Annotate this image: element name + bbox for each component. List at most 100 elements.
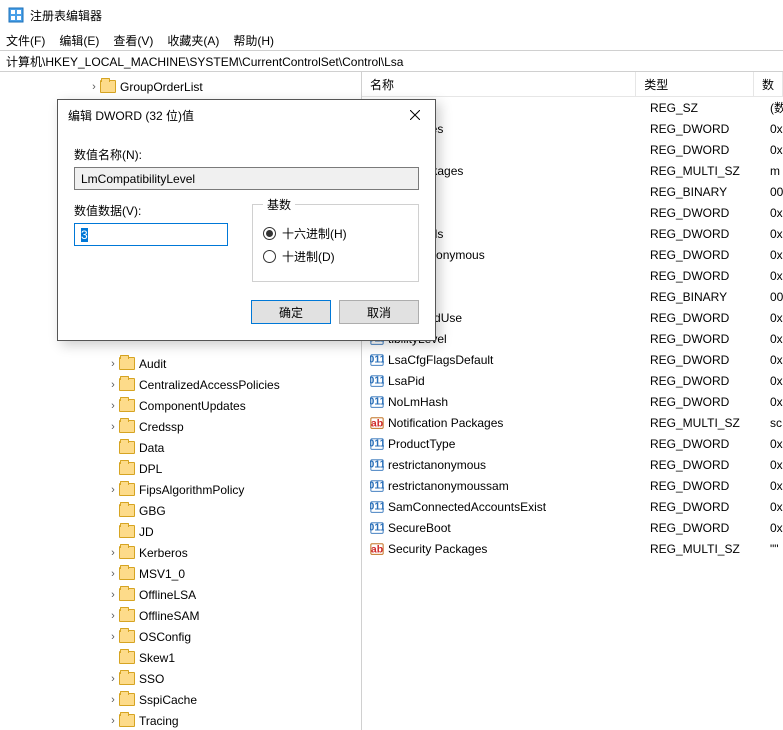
tree-node[interactable]: GBG: [0, 500, 361, 521]
menu-view[interactable]: 查看(V): [113, 32, 153, 49]
radio-icon: [263, 250, 276, 263]
folder-icon: [119, 399, 135, 412]
expander-icon[interactable]: ›: [107, 694, 119, 706]
expander-icon[interactable]: ›: [107, 673, 119, 685]
cancel-button[interactable]: 取消: [339, 300, 419, 324]
expander-icon[interactable]: ›: [107, 547, 119, 559]
expander-icon[interactable]: ›: [107, 421, 119, 433]
list-row[interactable]: 011LsaPidREG_DWORD0x: [362, 370, 783, 391]
svg-text:ab: ab: [371, 417, 383, 429]
tree-node[interactable]: › GroupOrderList: [0, 76, 361, 97]
value-type: REG_DWORD: [650, 374, 729, 388]
address-path: 计算机\HKEY_LOCAL_MACHINE\SYSTEM\CurrentCon…: [6, 53, 403, 70]
tree-node[interactable]: ›Kerberos: [0, 542, 361, 563]
value-type: REG_SZ: [650, 101, 698, 115]
value-data: 0x: [770, 227, 783, 241]
radio-dec[interactable]: 十进制(D): [263, 248, 408, 265]
value-type: REG_DWORD: [650, 353, 729, 367]
expander-icon[interactable]: ›: [107, 589, 119, 601]
tree-label: GroupOrderList: [120, 80, 203, 94]
list-row[interactable]: 011restrictanonymoussamREG_DWORD0x: [362, 475, 783, 496]
list-row[interactable]: abSecurity PackagesREG_MULTI_SZ"": [362, 538, 783, 559]
tree-label: DPL: [139, 462, 162, 476]
list-row[interactable]: 011NoLmHashREG_DWORD0x: [362, 391, 783, 412]
value-name: NoLmHash: [388, 395, 448, 409]
tree-label: CentralizedAccessPolicies: [139, 378, 280, 392]
tree-node[interactable]: Data: [0, 437, 361, 458]
expander-icon[interactable]: ›: [107, 358, 119, 370]
tree-node[interactable]: Skew1: [0, 647, 361, 668]
expander-icon[interactable]: ›: [107, 400, 119, 412]
folder-icon: [119, 441, 135, 454]
value-data: 0x: [770, 395, 783, 409]
expander-icon[interactable]: ›: [107, 379, 119, 391]
value-data-input[interactable]: [74, 223, 228, 246]
value-data: 00: [770, 290, 783, 304]
tree-node[interactable]: › CentralizedAccessPolicies: [0, 374, 361, 395]
tree-node[interactable]: DPL: [0, 458, 361, 479]
tree-node[interactable]: ›ComponentUpdates: [0, 395, 361, 416]
expander-icon[interactable]: ›: [107, 484, 119, 496]
expander-icon[interactable]: ›: [107, 610, 119, 622]
tree-node[interactable]: ›SSO: [0, 668, 361, 689]
value-type: REG_DWORD: [650, 500, 729, 514]
tree-node[interactable]: ›OSConfig: [0, 626, 361, 647]
tree-node[interactable]: › FipsAlgorithmPolicy: [0, 479, 361, 500]
list-row[interactable]: abNotification PackagesREG_MULTI_SZsc: [362, 412, 783, 433]
svg-text:011: 011: [370, 374, 384, 386]
svg-text:011: 011: [370, 500, 384, 512]
tree-node[interactable]: ›OfflineLSA: [0, 584, 361, 605]
value-type: REG_DWORD: [650, 206, 729, 220]
tree-node[interactable]: ›Audit: [0, 353, 361, 374]
menu-edit[interactable]: 编辑(E): [59, 32, 99, 49]
value-name: LsaCfgFlagsDefault: [388, 353, 493, 367]
folder-icon: [119, 567, 135, 580]
list-row[interactable]: 011ProductTypeREG_DWORD0x: [362, 433, 783, 454]
menu-favorites[interactable]: 收藏夹(A): [167, 32, 219, 49]
folder-icon: [119, 609, 135, 622]
value-name: restrictanonymous: [388, 458, 486, 472]
value-type: REG_DWORD: [650, 479, 729, 493]
value-data: 0x: [770, 353, 783, 367]
expander-icon[interactable]: ›: [107, 568, 119, 580]
value-type: REG_MULTI_SZ: [650, 416, 740, 430]
tree-node[interactable]: ›Tracing: [0, 710, 361, 730]
menu-file[interactable]: 文件(F): [6, 32, 45, 49]
tree-label: FipsAlgorithmPolicy: [139, 483, 244, 497]
col-header-data[interactable]: 数: [754, 72, 783, 96]
dialog-titlebar[interactable]: 编辑 DWORD (32 位)值: [58, 100, 435, 130]
value-data: 0x: [770, 458, 783, 472]
radio-hex[interactable]: 十六进制(H): [263, 225, 408, 242]
ok-button[interactable]: 确定: [251, 300, 331, 324]
dialog-title-text: 编辑 DWORD (32 位)值: [68, 107, 194, 124]
value-type: REG_DWORD: [650, 269, 729, 283]
tree-node[interactable]: ›MSV1_0: [0, 563, 361, 584]
list-row[interactable]: 011SamConnectedAccountsExistREG_DWORD0x: [362, 496, 783, 517]
tree-node[interactable]: ›SspiCache: [0, 689, 361, 710]
menu-help[interactable]: 帮助(H): [233, 32, 274, 49]
value-type: REG_BINARY: [650, 290, 727, 304]
tree-label: OfflineSAM: [139, 609, 199, 623]
value-name: SamConnectedAccountsExist: [388, 500, 546, 514]
list-row[interactable]: 011restrictanonymousREG_DWORD0x: [362, 454, 783, 475]
col-header-name[interactable]: 名称: [362, 72, 636, 96]
list-row[interactable]: 011SecureBootREG_DWORD0x: [362, 517, 783, 538]
list-row[interactable]: 011LsaCfgFlagsDefaultREG_DWORD0x: [362, 349, 783, 370]
tree-node[interactable]: › OfflineSAM: [0, 605, 361, 626]
tree-node[interactable]: JD: [0, 521, 361, 542]
folder-icon: [119, 462, 135, 475]
svg-text:011: 011: [370, 479, 384, 491]
value-type: REG_DWORD: [650, 143, 729, 157]
tree-node[interactable]: ›Credssp: [0, 416, 361, 437]
expander-icon[interactable]: ›: [107, 631, 119, 643]
col-header-type[interactable]: 类型: [636, 72, 754, 96]
value-type: REG_DWORD: [650, 521, 729, 535]
value-data: 0x: [770, 311, 783, 325]
value-type: REG_DWORD: [650, 227, 729, 241]
svg-text:011: 011: [370, 395, 384, 407]
address-bar[interactable]: 计算机\HKEY_LOCAL_MACHINE\SYSTEM\CurrentCon…: [0, 50, 783, 72]
expander-icon[interactable]: ›: [88, 81, 100, 93]
expander-icon[interactable]: ›: [107, 715, 119, 727]
dialog-close-button[interactable]: [395, 101, 435, 129]
app-title: 注册表编辑器: [30, 7, 102, 24]
